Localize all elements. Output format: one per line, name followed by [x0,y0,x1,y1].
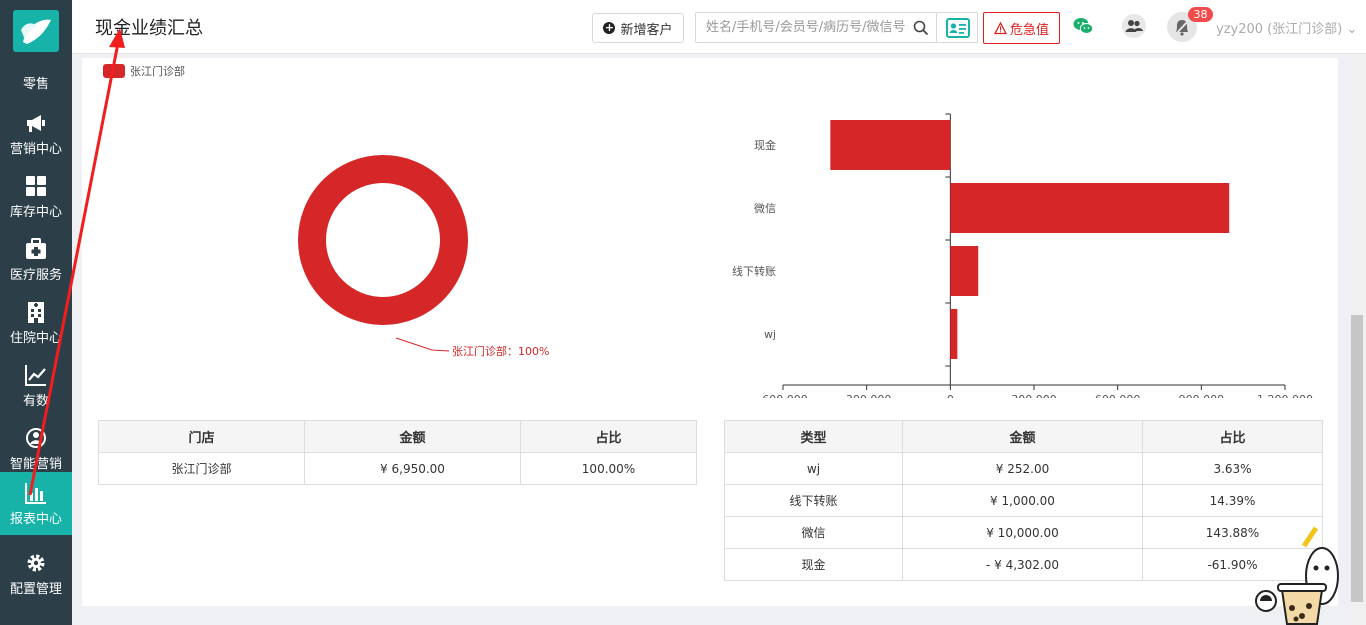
mascot-widget[interactable] [1254,516,1344,625]
table-cell: 14.39% [1142,484,1323,517]
search-input[interactable] [696,13,908,42]
sidebar-item-smart-marketing[interactable]: 智能营销 [0,417,72,480]
table-cell: 张江门诊部 [98,452,305,485]
x-tick-label: 0 [947,393,954,398]
sidebar-item-inpatient[interactable]: 住院中心 [0,291,72,354]
table-row: wj ¥ 252.00 3.63% [724,452,1323,485]
x-tick-label: -300,000 [842,393,891,398]
critical-value-button[interactable]: 危急值 [983,12,1060,44]
table-cell: ¥ 252.00 [902,452,1143,485]
grid-icon [26,176,46,196]
type-table: 类型 金额 占比 wj ¥ 252.00 3.63% 线下转账 ¥ 1,000.00 14.3… [724,420,1323,581]
pie-slice-label: 张江门诊部：100% [452,344,549,358]
type-table-header-2: 占比 [1142,420,1323,453]
sidebar-item-label: 有数 [22,394,49,409]
y-category-label: 线下转账 [732,264,776,278]
search-icon[interactable] [913,20,929,36]
warning-icon [993,21,1007,34]
scrollbar-thumb[interactable] [1351,315,1363,602]
bar[interactable] [950,183,1230,233]
sidebar-item-label: 报表中心 [9,512,62,527]
hospital-icon [28,302,44,323]
table-cell: ¥ 1,000.00 [902,484,1143,517]
sidebar-item-inventory[interactable]: 库存中心 [0,165,72,228]
bar-chart: -600,000 -300,000 0 300,000 600,000 900,000 1,… [732,113,1313,398]
legend-swatch [103,64,125,78]
smart-marketing-icon [26,428,46,448]
store-table-header-2: 占比 [520,420,697,453]
x-tick-label: 900,000 [1179,393,1225,398]
sidebar-item-label: 库存中心 [9,205,62,220]
user-name: yzy200 (张江门诊部) [1216,22,1343,37]
table-cell: wj [724,452,903,485]
bar-chart-icon [25,483,46,504]
top-header: 现金业绩汇总 + 新增客户 危急值 38 [72,0,1366,54]
megaphone-icon [27,115,45,132]
table-cell: 3.63% [1142,452,1323,485]
x-tick-label: 600,000 [1095,393,1141,398]
table-cell: - ¥ 4,302.00 [902,548,1143,581]
table-cell: 微信 [724,516,903,549]
bar[interactable] [950,309,958,359]
chevron-down-icon: ⌄ [1346,22,1358,37]
notification-badge: 38 [1188,7,1213,22]
trend-icon [25,365,46,386]
y-category-label: 微信 [754,201,776,215]
new-customer-label: 新增客户 [620,22,673,38]
table-row: 现金 - ¥ 4,302.00 -61.90% [724,548,1323,581]
donut-chart: 张江门诊部：100% [298,155,549,358]
sidebar: 零售 营销中心 库存中心 医疗服务 住院中心 有数 智能营销 报表中心 配置管理 [0,0,72,625]
sidebar-item-settings[interactable]: 配置管理 [0,542,72,605]
id-card-button[interactable] [936,12,978,43]
table-cell: 现金 [724,548,903,581]
sidebar-item-label: 零售 [22,77,49,92]
x-tick-label: 300,000 [1011,393,1057,398]
gear-icon [27,554,45,572]
plus-circle-icon: + [603,21,616,34]
sidebar-item-marketing[interactable]: 营销中心 [0,102,72,165]
sidebar-item-label: 营销中心 [9,142,62,157]
table-row: 张江门诊部 ¥ 6,950.00 100.00% [98,452,697,485]
table-cell: ¥ 6,950.00 [304,452,521,485]
bar[interactable] [950,246,979,296]
sidebar-item-medical[interactable]: 医疗服务 [0,228,72,291]
store-table-header-1: 金额 [304,420,521,453]
x-tick-label: -600,000 [758,393,807,398]
user-menu[interactable]: yzy200 (张江门诊部) ⌄ [1216,18,1357,37]
table-row: 微信 ¥ 10,000.00 143.88% [724,516,1323,549]
sidebar-item-label: 配置管理 [9,582,62,597]
wechat-icon[interactable] [1073,17,1093,35]
table-cell: 100.00% [520,452,697,485]
sidebar-item-reports[interactable]: 报表中心 [0,472,72,535]
app-logo[interactable] [13,10,59,52]
pie-label-line [395,337,450,352]
y-category-label: 现金 [754,138,776,152]
pie-slice[interactable] [298,155,468,325]
table-cell: ¥ 10,000.00 [902,516,1143,549]
table-row: 线下转账 ¥ 1,000.00 14.39% [724,484,1323,517]
page-title: 现金业绩汇总 [95,18,203,39]
chart-legend[interactable]: 张江门诊部 [103,63,185,79]
legend-label: 张江门诊部 [130,65,185,78]
sidebar-item-analytics[interactable]: 有数 [0,354,72,417]
report-card: 张江门诊部 张江门诊部：100% -600,000 -300,000 0 300,00… [82,58,1338,606]
y-category-label: wj [764,328,776,341]
store-table: 门店 金额 占比 张江门诊部 ¥ 6,950.00 100.00% [98,420,697,485]
search-box [695,12,937,43]
user-group-icon[interactable] [1122,14,1146,38]
critical-value-label: 危急值 [1009,21,1049,37]
medical-kit-icon [26,238,46,259]
type-table-header-0: 类型 [724,420,903,453]
sidebar-item-label: 医疗服务 [9,268,62,283]
new-customer-button[interactable]: + 新增客户 [592,13,684,43]
type-table-header-1: 金额 [902,420,1143,453]
store-table-header-0: 门店 [98,420,305,453]
x-tick-label: 1,200,000 [1257,393,1313,398]
bar[interactable] [830,120,951,170]
table-cell: 线下转账 [724,484,903,517]
sidebar-item-label: 住院中心 [9,331,62,346]
id-card-icon [946,18,970,38]
sidebar-item-label: 智能营销 [9,457,62,472]
